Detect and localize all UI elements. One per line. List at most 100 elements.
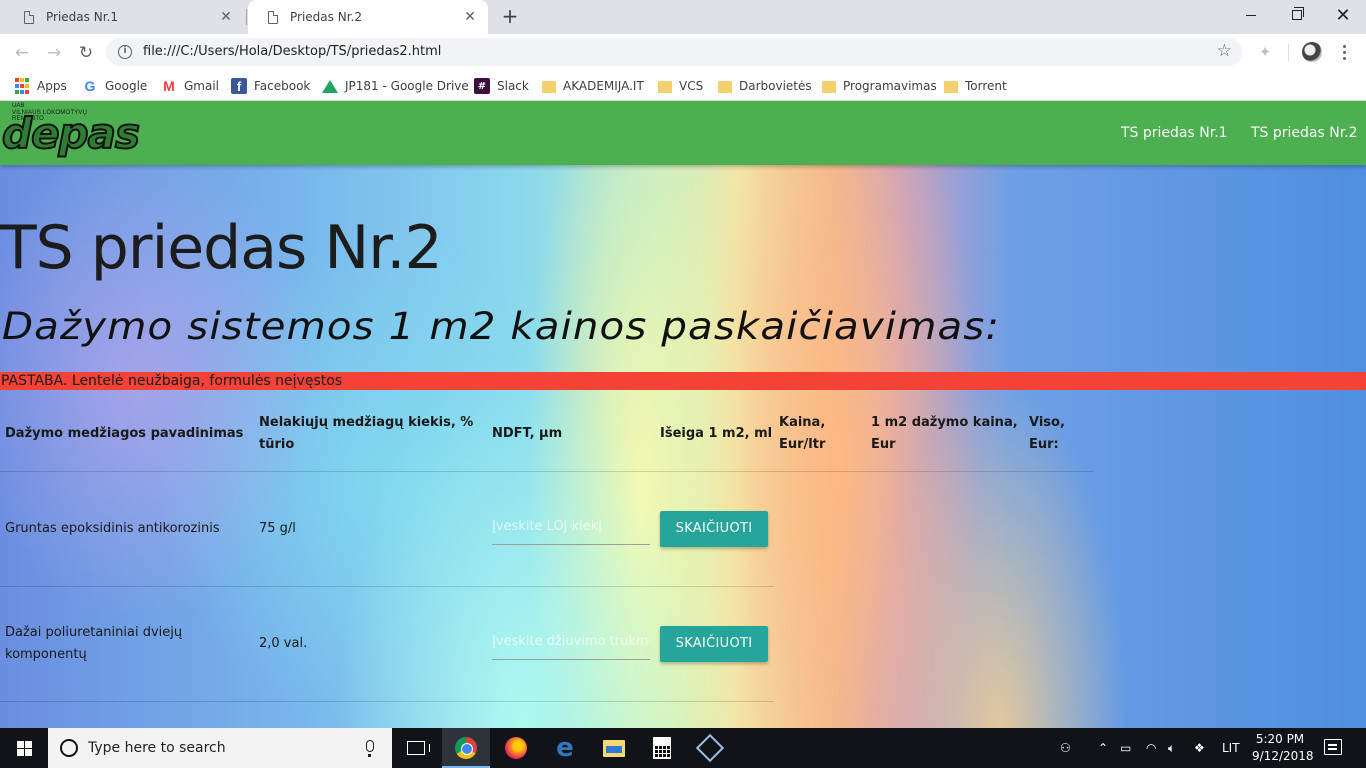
bookmark-gmail[interactable]: M Gmail [161,76,219,96]
browser-tab-strip: Priedas Nr.1 ✕ Priedas Nr.2 ✕ + ✕ [0,0,1366,34]
bookmark-label: JP181 - Google Drive [345,79,469,93]
action-center-icon[interactable] [1324,739,1342,755]
battery-icon[interactable]: ▭ [1120,728,1131,768]
bookmark-folder-programavimas[interactable]: Programavimas [822,76,937,96]
bookmark-label: Programavimas [843,79,937,93]
taskbar-virtualbox[interactable] [686,728,734,768]
virtualbox-icon [695,733,725,763]
document-icon [268,10,278,24]
tab-title: Priedas Nr.2 [290,10,362,24]
volume-icon[interactable]: 🔈︎ [1168,728,1175,768]
bookmark-label: Google [105,79,148,93]
edge-icon: e [556,733,574,763]
table-header-yield: Išeiga 1 m2, ml [660,426,773,441]
company-logo[interactable]: UAB VILNIAUS LOKOMOTYVŲ REMONTO depas [1,103,141,163]
folder-icon [822,81,836,93]
nav-link-priedas-2[interactable]: TS priedas Nr.2 [1251,125,1358,141]
taskbar-search-box[interactable]: Type here to search [48,728,392,768]
show-hidden-icons-chevron-up-icon[interactable]: ⌃ [1098,728,1108,768]
chrome-icon [455,737,477,759]
bookmark-label: VCS [679,79,704,93]
wifi-icon[interactable]: ◠ [1146,728,1156,768]
task-view-button[interactable] [392,728,440,768]
table-row-divider [0,701,774,702]
taskbar-calculator[interactable] [638,728,686,768]
browser-tab-priedas-1[interactable]: Priedas Nr.1 ✕ [4,0,244,34]
calculate-button[interactable]: SKAIČIUOTI [660,626,768,662]
bookmark-folder-darbovietes[interactable]: Darbovietės [718,76,812,96]
loj-amount-input[interactable]: Įveskite LOJ kiekį [492,513,650,545]
slack-icon: # [474,78,490,94]
people-icon[interactable]: ⚇ [1060,728,1071,768]
window-maximize-button[interactable] [1274,0,1320,30]
bookmark-folder-vcs[interactable]: VCS [658,76,703,96]
bookmarks-bar: Apps G Google M Gmail f Facebook JP181 -… [0,71,1366,101]
profile-avatar[interactable] [1302,42,1322,62]
folder-icon [944,81,958,93]
facebook-icon: f [231,78,247,94]
table-header-price: Kaina, Eur/ltr [779,415,826,452]
window-minimize-button[interactable] [1228,0,1274,30]
address-bar[interactable]: i file:///C:/Users/Hola/Desktop/TS/pried… [106,38,1242,66]
tab-close-icon[interactable]: ✕ [218,9,234,25]
taskbar-clock[interactable]: 5:20 PM 9/12/2018 [1252,731,1314,765]
page-title: TS priedas Nr.2 [0,213,443,283]
bookmark-label: Apps [37,79,67,93]
input-language[interactable]: LIT [1222,728,1240,768]
table-header-ndft: NDFT, µm [492,426,563,441]
forward-button[interactable]: → [40,39,68,67]
restore-icon [1292,7,1304,20]
cortana-icon [60,739,78,757]
back-button[interactable]: ← [8,39,36,67]
tab-close-icon[interactable]: ✕ [462,9,478,25]
browser-toolbar: ← → ↻ i file:///C:/Users/Hola/Desktop/TS… [0,34,1366,71]
bookmark-label: Slack [497,79,529,93]
warning-note: PASTABA. Lentelė neužbaiga, formulės neį… [0,372,1366,390]
start-button[interactable] [0,728,48,768]
extension-icon[interactable]: ✦ [1256,43,1274,61]
folder-icon [718,81,732,93]
browser-tab-priedas-2[interactable]: Priedas Nr.2 ✕ [248,0,488,34]
window-close-button[interactable]: ✕ [1320,0,1366,30]
google-drive-icon [322,79,338,93]
drying-time-input[interactable]: Įveskite džiuvimo trukmę [492,628,650,660]
bookmark-star-icon[interactable]: ☆ [1217,41,1232,61]
clock-date: 9/12/2018 [1252,749,1314,763]
file-explorer-icon [603,739,625,757]
table-header-name: Dažymo medžiagos pavadinimas [5,426,244,441]
tab-separator [246,9,247,25]
page-viewport: UAB VILNIAUS LOKOMOTYVŲ REMONTO depas TS… [0,101,1366,728]
row-amount: 2,0 val. [259,636,308,651]
site-navbar: UAB VILNIAUS LOKOMOTYVŲ REMONTO depas TS… [0,101,1366,165]
bookmark-folder-akademija[interactable]: AKADEMIJA.IT [542,76,644,96]
windows-taskbar: Type here to search e ⚇ ⌃ ▭ ◠ 🔈︎ ❖ LIT 5… [0,728,1366,768]
nav-link-priedas-1[interactable]: TS priedas Nr.1 [1121,125,1228,141]
new-tab-button[interactable]: + [498,5,522,29]
minimize-icon [1246,14,1256,16]
bookmark-label: Gmail [184,79,220,93]
bookmark-facebook[interactable]: f Facebook [231,76,310,96]
bookmark-slack[interactable]: # Slack [474,76,529,96]
table-row-divider [0,586,774,587]
taskbar-file-explorer[interactable] [590,728,638,768]
dropbox-icon[interactable]: ❖ [1194,728,1205,768]
bookmark-label: Facebook [254,79,311,93]
search-placeholder: Type here to search [88,740,226,756]
taskbar-edge[interactable]: e [541,728,589,768]
reload-button[interactable]: ↻ [72,39,100,67]
chrome-menu-button[interactable] [1334,42,1354,62]
bookmark-apps[interactable]: Apps [14,76,67,96]
microphone-icon[interactable] [366,740,374,757]
logo-wordmark: depas [1,108,141,159]
calculate-button[interactable]: SKAIČIUOTI [660,511,768,547]
taskbar-chrome[interactable] [442,728,490,768]
bookmark-google[interactable]: G Google [82,76,148,96]
bookmark-label: Torrent [965,79,1007,93]
bookmark-folder-torrent[interactable]: Torrent [944,76,1007,96]
taskbar-firefox[interactable] [492,728,540,768]
bookmark-google-drive[interactable]: JP181 - Google Drive [322,76,469,96]
info-icon[interactable]: i [118,45,132,59]
apps-grid-icon [14,78,30,94]
bookmark-label: AKADEMIJA.IT [563,79,644,93]
gmail-icon: M [163,78,175,94]
